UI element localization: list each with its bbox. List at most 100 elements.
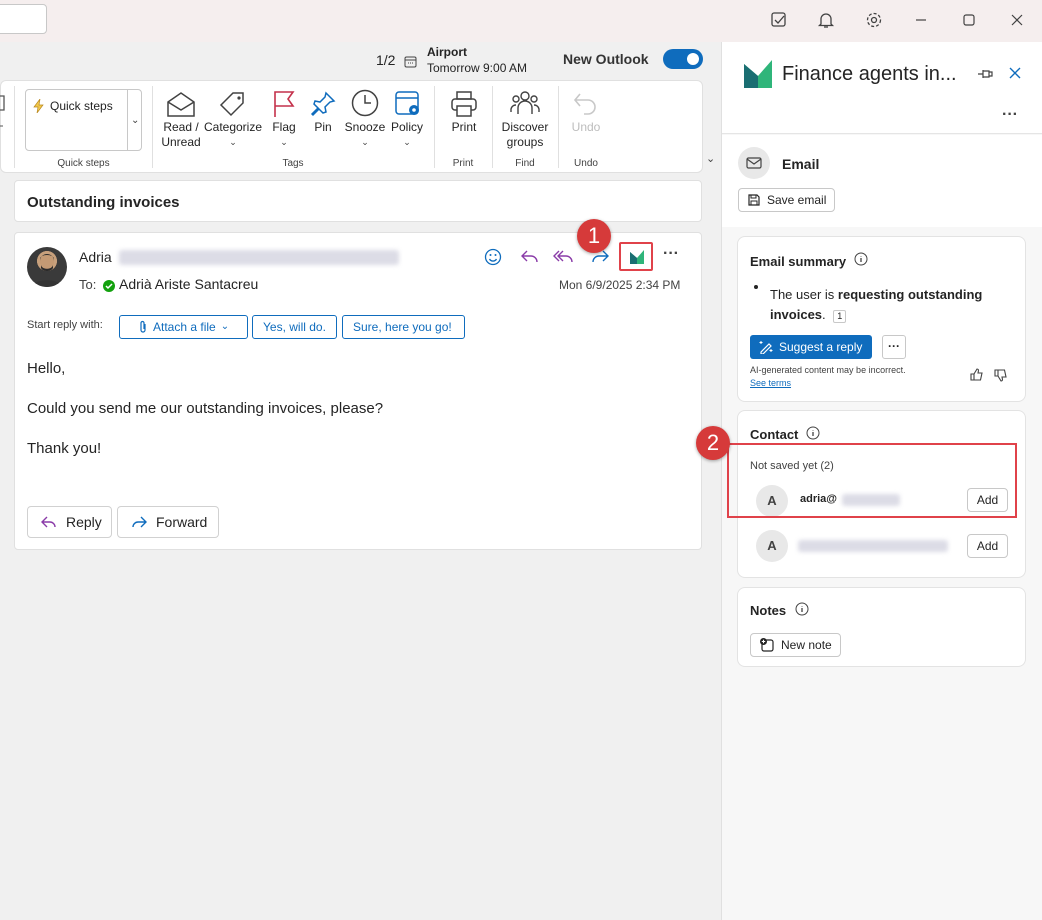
new-outlook-toggle[interactable] bbox=[663, 49, 703, 69]
attach-file-label: Attach a file bbox=[153, 320, 216, 334]
new-note-label: New note bbox=[781, 638, 832, 652]
summary-text-bold-2: invoices bbox=[770, 307, 823, 322]
contact-email-redacted bbox=[798, 540, 948, 552]
reply-all-icon[interactable] bbox=[553, 247, 575, 267]
reply-button[interactable]: Reply bbox=[27, 506, 112, 538]
policy-label: Policy bbox=[390, 120, 423, 134]
info-icon[interactable] bbox=[795, 602, 809, 616]
notes-card: Notes New note bbox=[737, 587, 1026, 667]
pin-label: Pin bbox=[314, 120, 332, 134]
suggest-reply-label: Suggest a reply bbox=[779, 340, 863, 354]
categorize-label: Categorize bbox=[203, 120, 263, 134]
quick-steps-label: Quick steps bbox=[50, 99, 113, 113]
email-summary-title: Email summary bbox=[750, 254, 847, 269]
forward-button[interactable]: Forward bbox=[117, 506, 219, 538]
add-contact-button[interactable]: Add bbox=[967, 534, 1008, 558]
minimize-icon[interactable] bbox=[910, 9, 932, 31]
body-line-greeting: Hello, bbox=[27, 360, 66, 377]
save-icon bbox=[747, 193, 761, 207]
summary-text-plain: The user is bbox=[770, 287, 838, 302]
sender-name[interactable]: Adria bbox=[79, 249, 112, 265]
summary-more-button[interactable]: ··· bbox=[882, 335, 906, 359]
chevron-down-icon: ⌄ bbox=[220, 321, 230, 332]
tag-icon bbox=[203, 86, 263, 118]
gear-icon[interactable] bbox=[863, 9, 885, 31]
presence-available-icon bbox=[103, 280, 115, 292]
discover-groups-label-2: groups bbox=[506, 135, 544, 149]
see-terms-link[interactable]: See terms bbox=[750, 378, 791, 388]
print-label: Print bbox=[451, 120, 477, 134]
policy-button[interactable]: Policy ⌄ bbox=[389, 86, 425, 150]
recipient-name[interactable]: Adrià Ariste Santacreu bbox=[119, 276, 258, 292]
info-icon[interactable] bbox=[806, 426, 820, 440]
snooze-button[interactable]: Snooze ⌄ bbox=[343, 86, 387, 150]
summary-text-end: . bbox=[822, 307, 826, 322]
undo-icon bbox=[566, 86, 606, 118]
pane-more-icon[interactable]: ··· bbox=[1002, 106, 1018, 124]
suggest-reply-button[interactable]: Suggest a reply bbox=[750, 335, 873, 359]
attach-file-button[interactable]: Attach a file ⌄ bbox=[119, 315, 248, 339]
categorize-button[interactable]: Categorize ⌄ bbox=[203, 86, 263, 150]
finance-agent-logo-icon bbox=[742, 58, 774, 90]
add-in-header: Finance agents in... ··· bbox=[722, 42, 1042, 134]
add-in-title: Finance agents in... bbox=[782, 63, 957, 85]
close-pane-icon[interactable] bbox=[1008, 66, 1022, 80]
reply-label: Reply bbox=[66, 514, 102, 530]
finance-agent-button[interactable] bbox=[619, 242, 653, 271]
notification-title[interactable]: Airport bbox=[427, 45, 467, 59]
email-section: Email Save email bbox=[722, 135, 1042, 227]
message-card: Adria To: Adrià Ariste Santacreu ··· Mon… bbox=[14, 232, 702, 550]
divider bbox=[152, 86, 153, 168]
summary-text: The user is requesting outstanding invoic… bbox=[770, 285, 1010, 325]
save-email-button[interactable]: Save email bbox=[738, 188, 836, 212]
callout-highlight-box bbox=[727, 443, 1017, 518]
reply-icon[interactable] bbox=[519, 247, 541, 267]
search-input[interactable] bbox=[0, 4, 47, 34]
group-label-find: Find bbox=[515, 158, 535, 169]
todo-icon[interactable] bbox=[768, 9, 790, 31]
undo-button[interactable]: Undo bbox=[566, 86, 606, 135]
ribbon-cut-icon bbox=[0, 92, 6, 132]
maximize-icon[interactable] bbox=[958, 9, 980, 31]
chevron-down-icon: ⌄ bbox=[229, 137, 237, 147]
pin-pane-icon[interactable] bbox=[976, 66, 994, 82]
flag-label: Flag bbox=[272, 120, 296, 134]
people-group-icon bbox=[497, 86, 553, 118]
discover-groups-button[interactable]: Discover groups bbox=[497, 86, 553, 150]
sender-email-redacted bbox=[119, 250, 399, 265]
sender-avatar[interactable] bbox=[27, 247, 67, 287]
envelope-open-icon bbox=[158, 86, 204, 118]
ribbon-expand-icon[interactable]: ⌄ bbox=[706, 152, 715, 165]
calendar-icon bbox=[404, 55, 417, 68]
print-button[interactable]: Print bbox=[444, 86, 484, 135]
quick-steps-box[interactable]: Quick steps ⌄ bbox=[25, 89, 142, 151]
notes-title: Notes bbox=[750, 603, 787, 618]
clock-icon bbox=[343, 86, 387, 118]
notification-count: 1/2 bbox=[376, 52, 396, 68]
info-icon[interactable] bbox=[854, 252, 868, 266]
chevron-down-icon[interactable]: ⌄ bbox=[131, 115, 139, 126]
quick-reply-yes[interactable]: Yes, will do. bbox=[252, 315, 337, 339]
thumbs-up-icon[interactable] bbox=[970, 368, 984, 382]
quick-reply-sure[interactable]: Sure, here you go! bbox=[342, 315, 465, 339]
new-note-icon bbox=[759, 637, 775, 653]
close-icon[interactable] bbox=[1006, 9, 1028, 31]
read-unread-button[interactable]: Read / Unread bbox=[158, 86, 204, 150]
new-note-button[interactable]: New note bbox=[750, 633, 841, 657]
email-summary-card: Email summary The user is requesting out… bbox=[737, 236, 1026, 402]
ai-disclaimer: AI-generated content may be incorrect. bbox=[750, 365, 906, 375]
group-label-tags: Tags bbox=[282, 158, 304, 169]
pin-icon bbox=[307, 86, 339, 118]
title-bar bbox=[0, 0, 1042, 42]
emoji-react-icon[interactable] bbox=[483, 247, 503, 267]
flag-button[interactable]: Flag ⌄ bbox=[268, 86, 300, 150]
notification-time: Tomorrow 9:00 AM bbox=[427, 61, 528, 75]
citation-badge[interactable]: 1 bbox=[833, 310, 847, 323]
bell-icon[interactable] bbox=[815, 9, 837, 31]
group-label-quick-steps: Quick steps bbox=[57, 158, 110, 169]
more-actions-icon[interactable]: ··· bbox=[663, 245, 679, 263]
flag-icon bbox=[268, 86, 300, 118]
thumbs-down-icon[interactable] bbox=[994, 368, 1008, 382]
pin-button[interactable]: Pin bbox=[307, 86, 339, 135]
contact-avatar: A bbox=[756, 530, 788, 562]
